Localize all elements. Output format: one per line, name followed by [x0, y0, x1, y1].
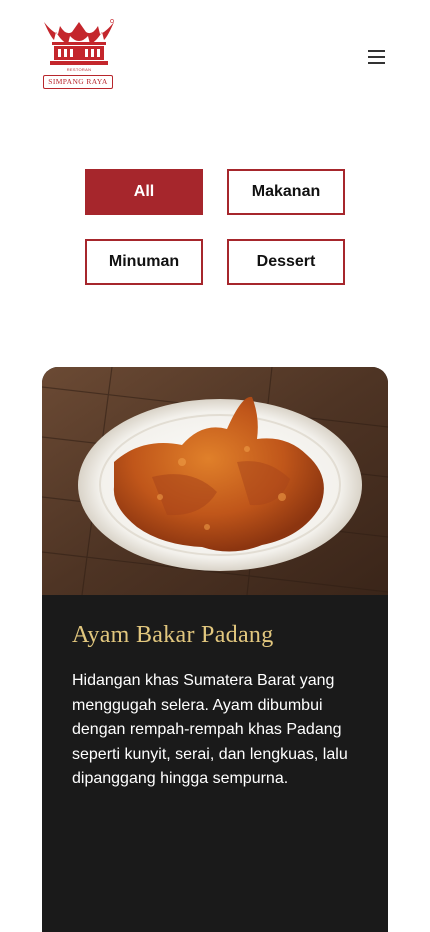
hamburger-line [368, 56, 385, 58]
hamburger-menu-button[interactable] [365, 46, 389, 68]
menu-card-description: Hidangan khas Sumatera Barat yang menggu… [72, 672, 348, 787]
brand-logo[interactable]: RESTORAN SIMPANG RAYA [40, 18, 118, 96]
gonjong-roof-icon [44, 19, 114, 65]
page: RESTORAN SIMPANG RAYA All Makanan Minuma… [0, 0, 430, 932]
hamburger-line [368, 62, 385, 64]
grilled-chicken-plate-image [42, 367, 388, 595]
menu-card-title: Ayam Bakar Padang [72, 622, 274, 648]
logo-tagline: RESTORAN [66, 67, 92, 72]
filter-all-button[interactable]: All [85, 169, 203, 215]
filter-dessert-button[interactable]: Dessert [227, 239, 345, 285]
filter-makanan-button[interactable]: Makanan [227, 169, 345, 215]
logo-name: SIMPANG RAYA [43, 75, 113, 89]
menu-card[interactable]: Ayam Bakar Padang Hidangan khas Sumatera… [42, 367, 388, 932]
filter-minuman-button[interactable]: Minuman [85, 239, 203, 285]
hamburger-menu-icon [368, 50, 385, 52]
